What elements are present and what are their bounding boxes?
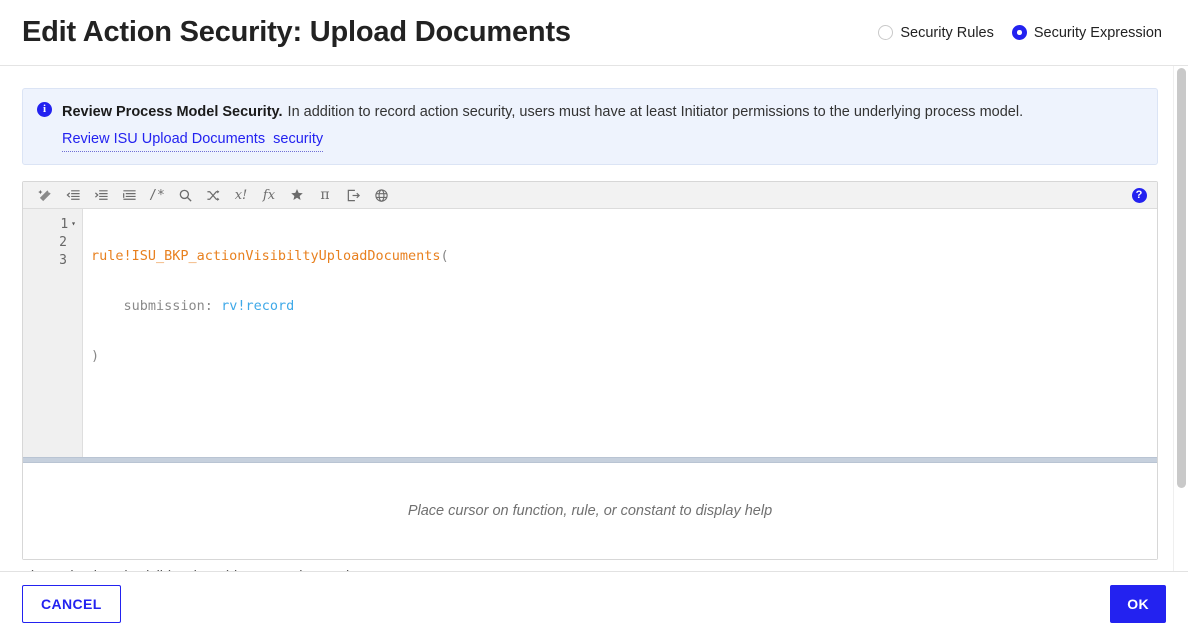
radio-option-security-expression[interactable]: Security Expression <box>1011 24 1162 41</box>
format-magic-wand-icon[interactable] <box>31 183 59 208</box>
search-icon[interactable] <box>171 183 199 208</box>
line-number: 3 <box>59 252 67 268</box>
radio-mark-security-expression[interactable] <box>1011 25 1027 40</box>
ok-button[interactable]: OK <box>1110 584 1166 623</box>
code-line-1: rule!ISU_BKP_actionVisibiltyUploadDocume… <box>91 247 1157 265</box>
line-number-row: 3 <box>23 251 82 269</box>
rule-token: rule!ISU_BKP_actionVisibiltyUploadDocume… <box>91 248 441 265</box>
radio-label-security-rules: Security Rules <box>900 24 994 41</box>
cancel-button[interactable]: CANCEL <box>22 584 121 623</box>
line-number: 2 <box>59 234 67 250</box>
expression-editor: /* x! fx π ? 1 ▾ 2 3 rule!ISU_BKP_action… <box>22 181 1158 561</box>
pi-constant-icon[interactable]: π <box>311 183 339 208</box>
variable-token: rv!record <box>221 298 295 315</box>
comment-icon[interactable]: /* <box>143 183 171 208</box>
export-icon[interactable] <box>339 183 367 208</box>
close-paren-token: ) <box>91 348 100 365</box>
param-token: submission: <box>123 298 222 315</box>
fold-arrow-icon[interactable]: ▾ <box>71 220 76 228</box>
null-handling-icon[interactable]: x! <box>227 183 255 208</box>
favorites-star-icon[interactable] <box>283 183 311 208</box>
outdent-icon[interactable] <box>59 183 87 208</box>
radio-mark-security-rules[interactable] <box>878 25 894 40</box>
line-number: 1 <box>60 216 69 232</box>
align-lines-icon[interactable] <box>115 183 143 208</box>
radio-label-security-expression: Security Expression <box>1033 24 1162 41</box>
indent-icon[interactable] <box>87 183 115 208</box>
line-number-row: 2 <box>23 233 82 251</box>
info-banner-title: Review Process Model Security. <box>62 104 283 120</box>
dialog-header: Edit Action Security: Upload Documents S… <box>0 0 1188 66</box>
globe-icon[interactable] <box>367 183 395 208</box>
info-banner-text: In addition to record action security, u… <box>287 104 1024 120</box>
code-editor-area[interactable]: 1 ▾ 2 3 rule!ISU_BKP_actionVisibiltyUplo… <box>23 209 1157 458</box>
line-number-gutter: 1 ▾ 2 3 <box>23 209 83 458</box>
security-mode-radio-group: Security Rules Security Expression <box>878 25 1166 41</box>
info-banner: i Review Process Model Security. In addit… <box>22 88 1158 166</box>
help-placeholder-text: Place cursor on function, rule, or const… <box>407 503 773 520</box>
code-line-2: submission: rv!record <box>91 297 1157 315</box>
open-paren-token: ( <box>440 248 449 265</box>
radio-option-security-rules[interactable]: Security Rules <box>878 24 994 41</box>
dialog-footer: CANCEL OK <box>0 571 1188 635</box>
line-number-row: 1 ▾ <box>23 215 82 233</box>
editor-toolbar: /* x! fx π ? <box>23 182 1157 210</box>
code-line-3: ) <box>91 347 1157 365</box>
review-security-link[interactable]: Review ISU Upload Documents security <box>62 128 324 153</box>
dialog-content-scroll-region: i Review Process Model Security. In addit… <box>0 66 1188 571</box>
page-title: Edit Action Security: Upload Documents <box>22 16 571 48</box>
function-icon[interactable]: fx <box>255 183 283 208</box>
info-icon: i <box>37 102 52 117</box>
content-scrollbar[interactable] <box>1173 66 1188 571</box>
help-icon-glyph: ? <box>1131 187 1147 203</box>
help-icon[interactable]: ? <box>1127 183 1151 208</box>
help-panel: Place cursor on function, rule, or const… <box>23 463 1157 560</box>
code-text[interactable]: rule!ISU_BKP_actionVisibiltyUploadDocume… <box>83 209 1157 457</box>
shuffle-icon[interactable] <box>199 183 227 208</box>
content-scrollbar-thumb[interactable] <box>1177 68 1186 488</box>
